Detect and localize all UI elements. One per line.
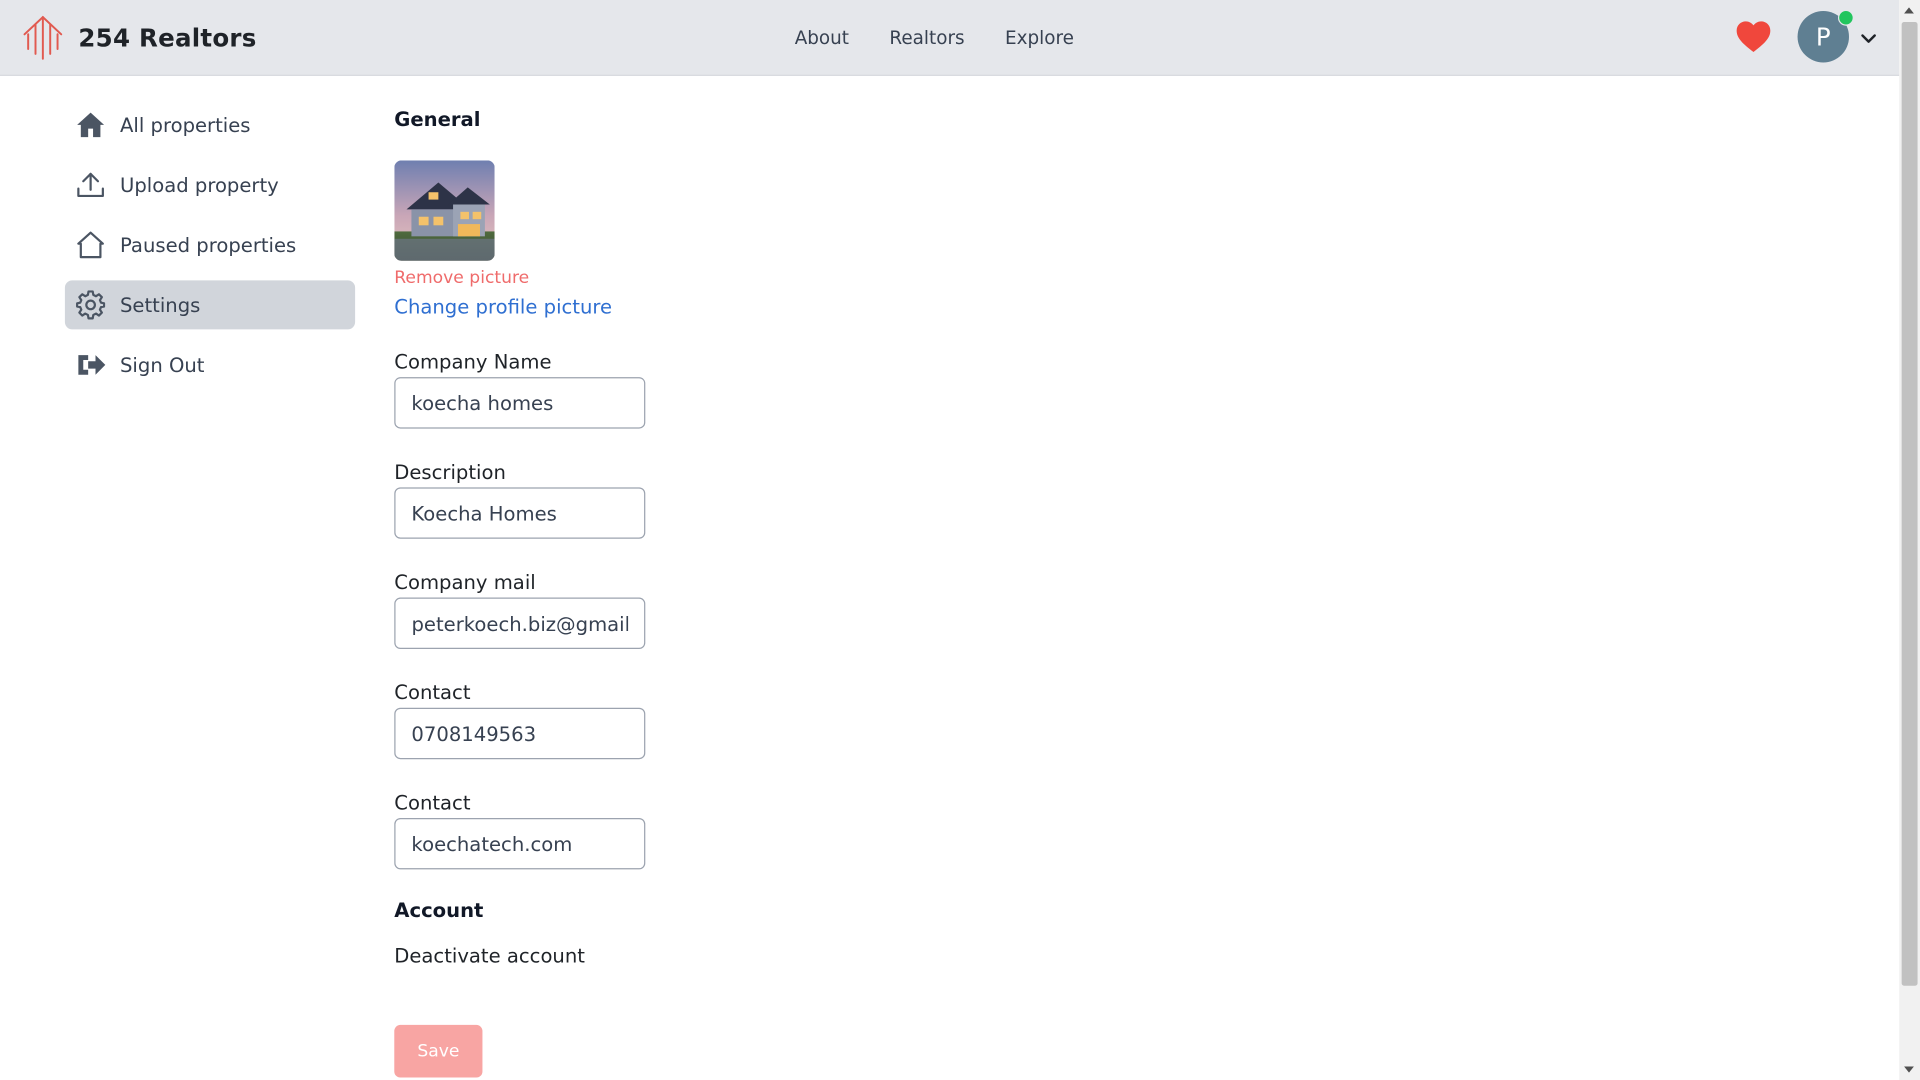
sidebar: All properties Upload property Paused pr…: [64, 100, 356, 400]
scroll-up-arrow-icon[interactable]: [1904, 7, 1914, 14]
sign-out-icon: [75, 349, 107, 381]
sidebar-item-label: Settings: [120, 293, 201, 317]
field-label: Description: [394, 460, 506, 484]
online-status-dot: [1837, 9, 1854, 26]
nav-about-link[interactable]: About: [795, 27, 849, 49]
contact-phone-field: Contact: [394, 680, 1006, 760]
app-viewport: 254 Realtors About Realtors Explore P Al…: [0, 0, 1920, 1080]
brand-logo-icon: [22, 15, 64, 62]
company-name-field: Company Name: [394, 350, 1006, 429]
account-section-title: Account: [394, 898, 484, 923]
favorites-heart-icon[interactable]: [1735, 20, 1772, 54]
deactivate-account-link[interactable]: Deactivate account: [394, 944, 1006, 967]
sidebar-item-upload-property[interactable]: Upload property: [65, 160, 355, 209]
description-input[interactable]: [394, 487, 646, 539]
chevron-down-icon[interactable]: [1860, 29, 1877, 46]
description-field: Description: [394, 460, 1006, 539]
scrollbar-thumb[interactable]: [1901, 22, 1918, 986]
nav-explore-link[interactable]: Explore: [1005, 27, 1074, 49]
company-mail-field: Company mail: [394, 571, 1006, 649]
sidebar-item-all-properties[interactable]: All properties: [65, 100, 355, 149]
sidebar-item-settings[interactable]: Settings: [64, 280, 356, 330]
top-navbar: 254 Realtors About Realtors Explore P: [0, 0, 1900, 76]
settings-form: General Remove picture Change profile pi…: [394, 107, 1006, 1078]
company-mail-input[interactable]: [394, 597, 646, 649]
sidebar-item-paused-properties[interactable]: Paused properties: [65, 220, 355, 269]
sidebar-item-sign-out[interactable]: Sign Out: [65, 340, 355, 389]
field-label: Company mail: [394, 570, 536, 594]
brand[interactable]: 254 Realtors: [22, 15, 256, 62]
change-profile-picture-link[interactable]: Change profile picture: [394, 295, 1006, 318]
contact-website-field: Contact: [394, 791, 1006, 870]
sidebar-item-label: All properties: [120, 113, 251, 137]
user-avatar-button[interactable]: P: [1797, 9, 1854, 63]
scroll-down-arrow-icon[interactable]: [1904, 1066, 1914, 1073]
contact-website-input[interactable]: [394, 817, 646, 870]
gear-icon: [75, 289, 107, 321]
field-label: Contact: [394, 791, 471, 815]
home-filled-icon: [75, 109, 107, 141]
upload-icon: [75, 169, 107, 201]
company-name-input[interactable]: [394, 377, 646, 429]
contact-phone-input[interactable]: [394, 707, 646, 760]
sidebar-item-label: Upload property: [120, 173, 279, 197]
general-section-title: General: [394, 107, 481, 132]
top-nav: About Realtors Explore: [795, 27, 1074, 49]
field-label: Contact: [394, 680, 471, 705]
home-outline-icon: [75, 229, 107, 261]
nav-realtors-link[interactable]: Realtors: [889, 27, 964, 49]
brand-name: 254 Realtors: [78, 23, 257, 53]
remove-picture-link[interactable]: Remove picture: [394, 268, 1006, 288]
profile-picture: [394, 160, 495, 261]
sidebar-item-label: Sign Out: [120, 353, 205, 377]
page-scrollbar[interactable]: [1899, 0, 1920, 1080]
save-button[interactable]: Save: [394, 1024, 483, 1078]
sidebar-item-label: Paused properties: [120, 233, 297, 257]
field-label: Company Name: [394, 350, 552, 374]
